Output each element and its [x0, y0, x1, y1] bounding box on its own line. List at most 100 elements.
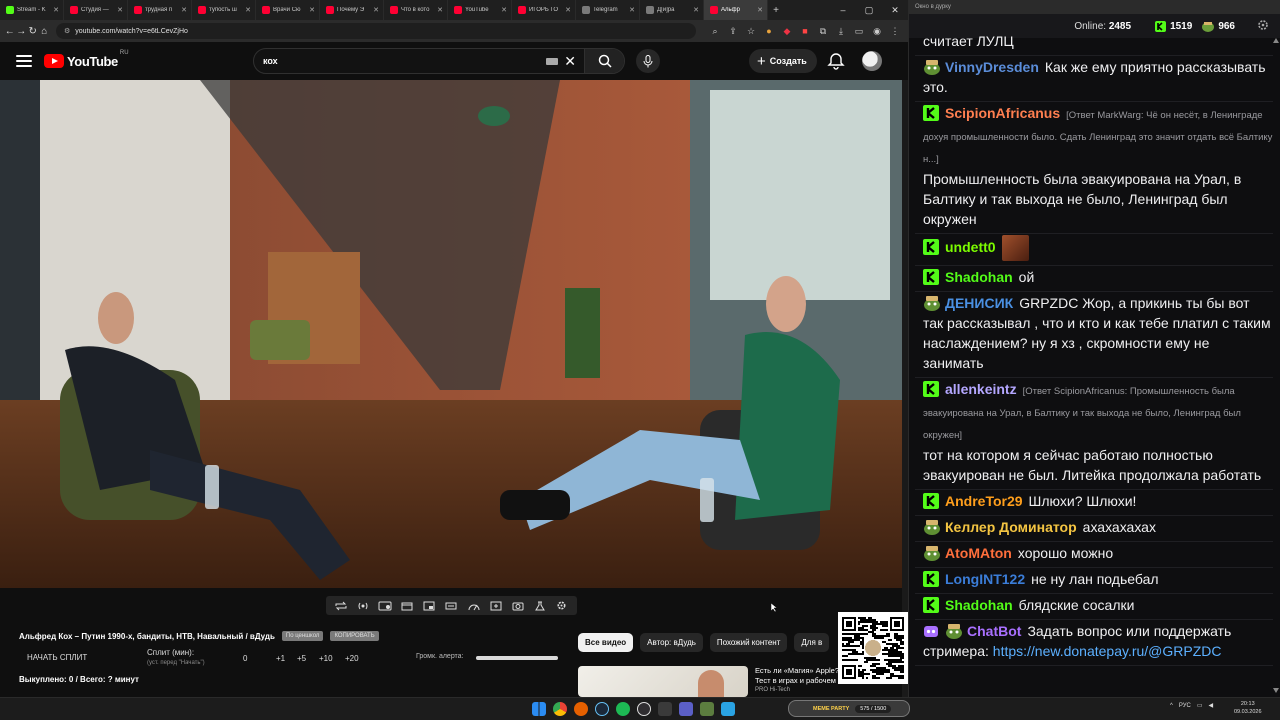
- forward-icon[interactable]: →: [16, 26, 28, 37]
- windows-start-icon[interactable]: [532, 702, 546, 716]
- camera-icon[interactable]: [511, 600, 525, 612]
- tab-close-icon[interactable]: ✕: [629, 6, 635, 14]
- volume-icon[interactable]: ◀: [1209, 702, 1214, 709]
- tab-close-icon[interactable]: ✕: [565, 6, 571, 14]
- split-add-20[interactable]: +20: [345, 654, 359, 663]
- bookmark-star-icon[interactable]: ☆: [742, 26, 760, 37]
- tab-close-icon[interactable]: ✕: [757, 6, 763, 14]
- browser-tab[interactable]: Почему Э ✕: [320, 0, 384, 20]
- chat-scrollbar[interactable]: [1273, 38, 1279, 693]
- recommended-video[interactable]: Есть ли «Магия» Apple? Тест в играх и ра…: [578, 664, 838, 697]
- chat-username[interactable]: ChatBot: [967, 623, 1021, 639]
- search-button[interactable]: [584, 49, 624, 73]
- spotify-icon[interactable]: [616, 702, 630, 716]
- tab-close-icon[interactable]: ✕: [309, 6, 315, 14]
- browser-tab[interactable]: Врачи Сю ✕: [256, 0, 320, 20]
- media-player-icon[interactable]: [679, 702, 693, 716]
- account-avatar[interactable]: [862, 51, 882, 71]
- browser-tab[interactable]: ИГОРЬ ГО ✕: [512, 0, 576, 20]
- chat-username[interactable]: AtoMAton: [945, 545, 1012, 561]
- share-icon[interactable]: ⇪: [724, 26, 742, 37]
- tab-close-icon[interactable]: ✕: [373, 6, 379, 14]
- home-icon[interactable]: ⌂: [39, 26, 51, 37]
- tab-close-icon[interactable]: ✕: [501, 6, 507, 14]
- chat-username[interactable]: ДЕНИСИК: [945, 295, 1013, 311]
- donate-link[interactable]: https://new.donatepay.ru/@GRPZDC: [993, 643, 1222, 659]
- menu-icon[interactable]: [16, 55, 32, 67]
- tab-close-icon[interactable]: ✕: [181, 6, 187, 14]
- alert-volume-slider[interactable]: [476, 656, 558, 660]
- language-indicator[interactable]: РУС: [1179, 703, 1191, 709]
- chrome-icon[interactable]: [553, 702, 567, 716]
- files-icon[interactable]: [700, 702, 714, 716]
- picture-in-picture-icon[interactable]: [422, 600, 436, 612]
- browser-tab[interactable]: Что в кото ✕: [384, 0, 448, 20]
- browser-tab[interactable]: Stream - K ✕: [0, 0, 64, 20]
- close-window-icon[interactable]: ✕: [882, 0, 908, 20]
- obs-icon[interactable]: [637, 702, 651, 716]
- chat-username[interactable]: VinnyDresden: [945, 59, 1039, 75]
- keyboard-icon[interactable]: [546, 57, 559, 65]
- chat-username[interactable]: Shadohan: [945, 597, 1013, 613]
- extension-coin-icon[interactable]: ●: [760, 26, 778, 37]
- split-add-10[interactable]: +10: [319, 654, 333, 663]
- extension-red-icon[interactable]: ■: [796, 26, 814, 37]
- recommended-thumbnail[interactable]: [578, 666, 748, 697]
- zoom-icon[interactable]: ⌕: [706, 26, 724, 37]
- tray-chevron-icon[interactable]: ^: [1170, 703, 1173, 709]
- sidebar-icon[interactable]: ▭: [850, 26, 868, 37]
- firefox-icon[interactable]: [574, 702, 588, 716]
- settings-gear-icon[interactable]: [555, 600, 569, 612]
- maximize-icon[interactable]: ▢: [856, 0, 882, 20]
- chat-username[interactable]: undett0: [945, 239, 996, 255]
- chat-username[interactable]: LongINT122: [945, 571, 1025, 587]
- youtube-logo[interactable]: YouTube RU: [44, 50, 129, 69]
- reload-icon[interactable]: ↻: [27, 26, 39, 37]
- steam-icon[interactable]: [595, 702, 609, 716]
- chat-username[interactable]: allenkeintz: [945, 381, 1017, 397]
- loop-icon[interactable]: [334, 600, 348, 612]
- browser-tab[interactable]: тупость ш ✕: [192, 0, 256, 20]
- profile-icon[interactable]: ◉: [868, 26, 886, 37]
- url-field[interactable]: ⚙ youtube.com/watch?v=e6tLCevZjHo: [56, 23, 696, 39]
- clear-search-icon[interactable]: ✕: [564, 53, 576, 70]
- game-controller-icon[interactable]: [658, 702, 672, 716]
- meme-party-widget[interactable]: MEME PARTY 575 / 1500: [788, 700, 910, 717]
- taskbar-clock[interactable]: 20:13 09.03.2026: [1234, 700, 1262, 716]
- record-icon[interactable]: [378, 600, 392, 612]
- chip-similar[interactable]: Похожий контент: [709, 633, 788, 652]
- browser-tab[interactable]: трудная п ✕: [128, 0, 192, 20]
- extension-badge-icon[interactable]: ◆: [778, 26, 796, 37]
- chat-username[interactable]: AndreTor29: [945, 493, 1023, 509]
- browser-tab[interactable]: Студия — ✕: [64, 0, 128, 20]
- back-icon[interactable]: ←: [4, 26, 16, 37]
- voice-search-button[interactable]: [636, 49, 660, 73]
- video-player[interactable]: [0, 80, 902, 588]
- tab-close-icon[interactable]: ✕: [245, 6, 251, 14]
- create-button[interactable]: + Создать: [749, 49, 817, 73]
- flask-icon[interactable]: [533, 600, 547, 612]
- browser-tab[interactable]: Альфр ✕: [704, 0, 768, 20]
- browser-tab[interactable]: Д[и]ра ✕: [640, 0, 704, 20]
- tab-close-icon[interactable]: ✕: [437, 6, 443, 14]
- chat-username[interactable]: ScipionAfricanus: [945, 105, 1060, 121]
- minimize-icon[interactable]: –: [830, 0, 856, 20]
- telegram-icon[interactable]: [721, 702, 735, 716]
- chip-for-you[interactable]: Для в: [794, 633, 830, 652]
- subscribe-pill[interactable]: По ценшкол: [281, 631, 324, 641]
- browser-tab[interactable]: YouTube ✕: [448, 0, 512, 20]
- download-icon[interactable]: ⤓: [832, 26, 850, 37]
- chip-author[interactable]: Автор: вДудь: [640, 633, 703, 652]
- search-input[interactable]: кох: [254, 56, 546, 66]
- split-value-0[interactable]: 0: [243, 654, 247, 663]
- menu-kebab-icon[interactable]: ⋮: [886, 26, 904, 37]
- chat-username[interactable]: Келлер Доминатор: [945, 519, 1077, 535]
- audio-wave-icon[interactable]: [356, 600, 370, 612]
- chat-username[interactable]: Shadohan: [945, 269, 1013, 285]
- copy-button[interactable]: КОПИРОВАТЬ: [330, 631, 379, 641]
- site-info-icon[interactable]: ⚙: [64, 27, 70, 35]
- tab-close-icon[interactable]: ✕: [53, 6, 59, 14]
- screenshot-add-icon[interactable]: [489, 600, 503, 612]
- notifications-bell-icon[interactable]: [826, 51, 846, 71]
- chip-all-videos[interactable]: Все видео: [578, 633, 634, 652]
